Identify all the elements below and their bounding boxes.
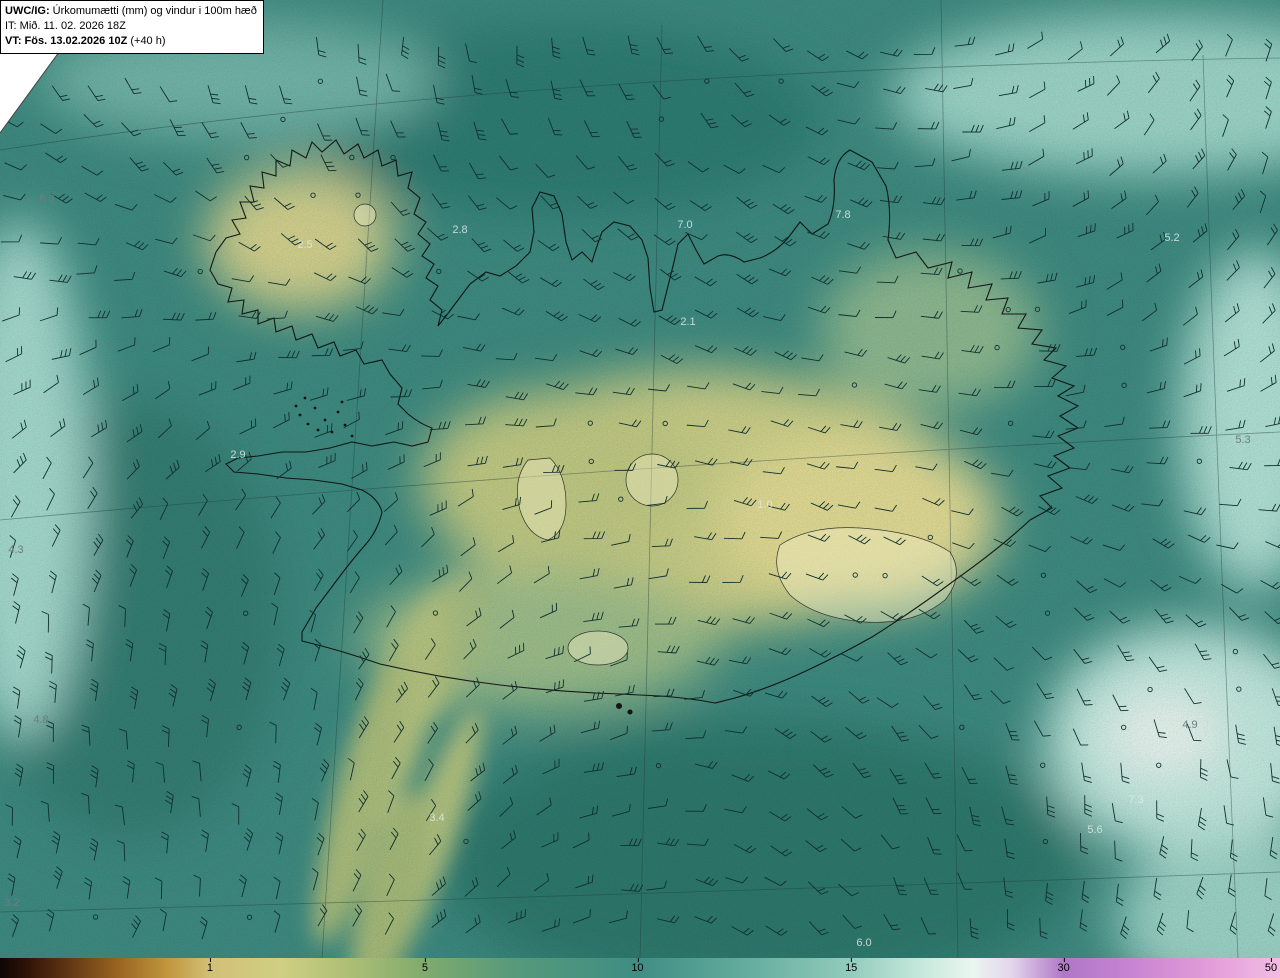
colorbar: 1 5 10 15 30 50: [0, 958, 1280, 978]
colorbar-tick: 15: [845, 958, 857, 978]
header-line-init: IT: Mið. 11. 02. 2026 18Z: [5, 19, 126, 32]
colorbar-tick: 5: [422, 958, 428, 978]
valid-offset: (+40 h): [127, 34, 166, 47]
header-line-product: UWC/IG: Úrkomumætti (mm) og vindur i 100…: [5, 4, 257, 19]
colorbar-tick: 30: [1058, 958, 1070, 978]
colorbar-tick: 50: [1265, 958, 1277, 978]
colorbar-tick: 1: [207, 958, 213, 978]
map-canvas: [0, 0, 1280, 958]
weather-map-page: 6.3 2.5 2.8 7.0 7.8 5.2 2.1 2.9 5.3 4.3 1.0 4.8 4.9 7…: [0, 0, 1280, 978]
product-header: UWC/IG: Úrkomumætti (mm) og vindur i 100…: [0, 0, 264, 54]
product-label: UWC/IG:: [5, 5, 50, 17]
product-title: Úrkomumætti (mm) og vindur i 100m hæð: [49, 5, 257, 17]
header-line-valid: VT: Fös. 13.02.2026 10Z (+40 h): [5, 34, 257, 49]
colorbar-tick: 10: [631, 958, 644, 978]
valid-time: VT: Fös. 13.02.2026 10Z: [5, 34, 128, 47]
